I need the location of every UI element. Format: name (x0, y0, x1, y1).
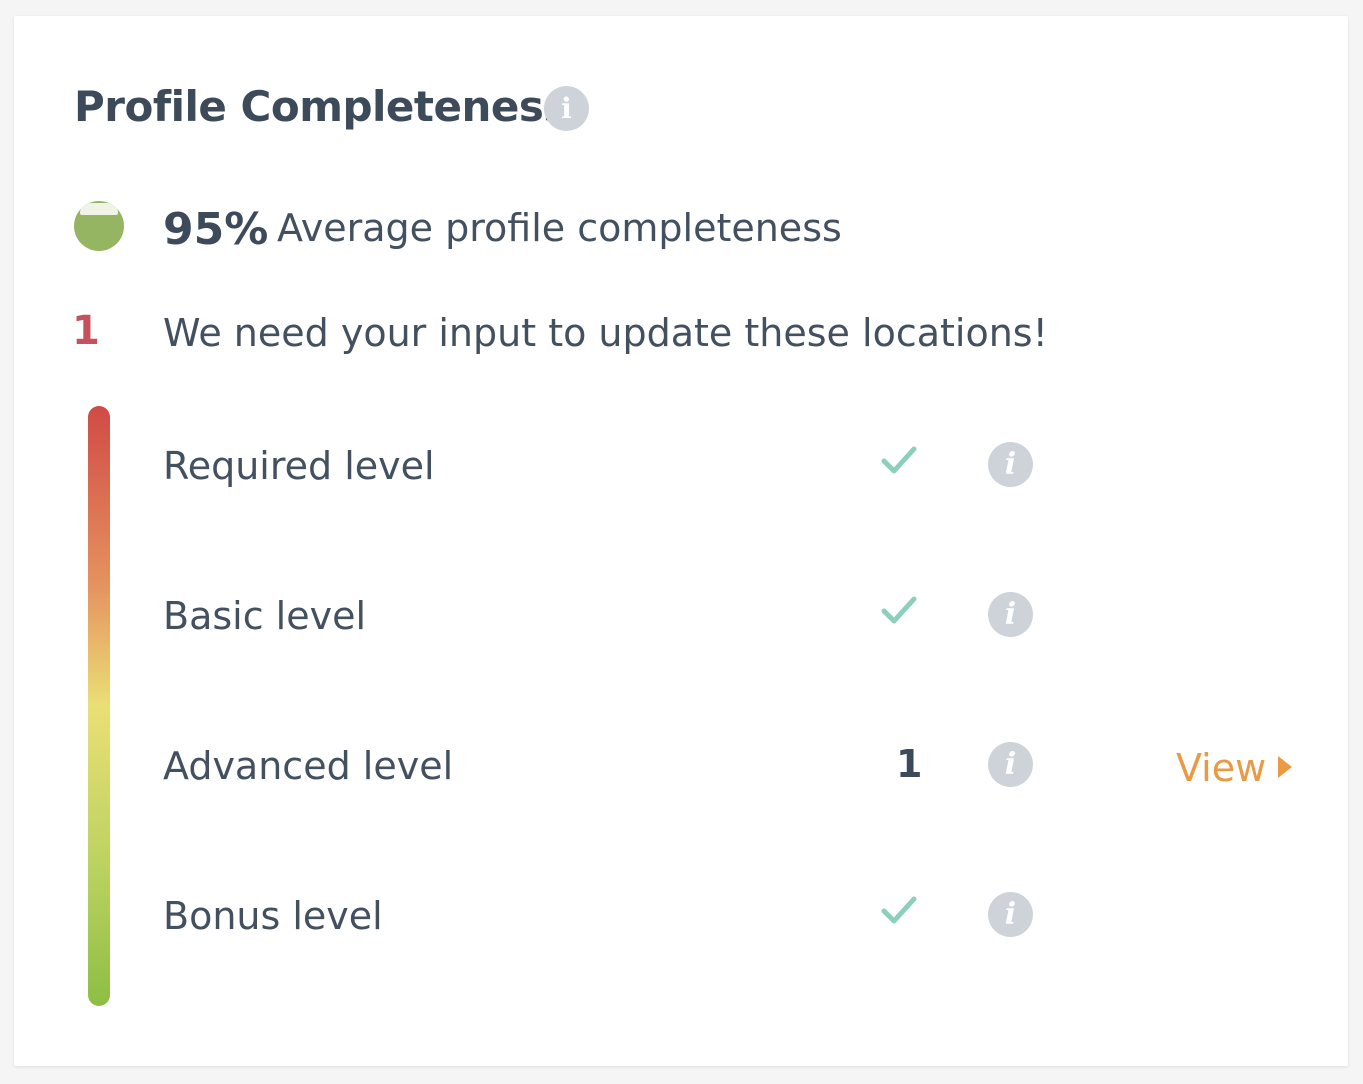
locations-needing-input-text: We need your input to update these locat… (163, 311, 1048, 355)
completeness-status-indicator (74, 201, 124, 251)
level-label: Bonus level (163, 894, 383, 938)
level-info-icon[interactable]: i (988, 592, 1033, 637)
level-row-bonus: Bonus level i (14, 886, 1348, 946)
check-icon (881, 596, 917, 624)
card-title: Profile Completeness (74, 82, 568, 131)
level-label: Advanced level (163, 744, 454, 788)
view-link-label: View (1176, 746, 1267, 790)
profile-completeness-card: Profile Completeness i 95% Average profi… (14, 16, 1348, 1066)
level-info-icon[interactable]: i (988, 742, 1033, 787)
view-advanced-link[interactable]: View (1176, 746, 1293, 790)
average-completeness-percent: 95% (163, 204, 269, 255)
locations-needing-input-count: 1 (72, 308, 100, 354)
level-row-basic: Basic level i (14, 586, 1348, 646)
check-icon (881, 896, 917, 924)
level-info-icon[interactable]: i (988, 892, 1033, 937)
title-info-icon[interactable]: i (544, 86, 589, 131)
level-label: Required level (163, 444, 435, 488)
level-row-required: Required level i (14, 436, 1348, 496)
level-info-icon[interactable]: i (988, 442, 1033, 487)
caret-right-icon (1278, 756, 1293, 778)
average-completeness-label: Average profile completeness (277, 206, 842, 250)
level-label: Basic level (163, 594, 367, 638)
level-row-advanced: Advanced level 1 i View (14, 736, 1348, 796)
check-icon (881, 446, 917, 474)
level-incomplete-count: 1 (896, 742, 923, 786)
